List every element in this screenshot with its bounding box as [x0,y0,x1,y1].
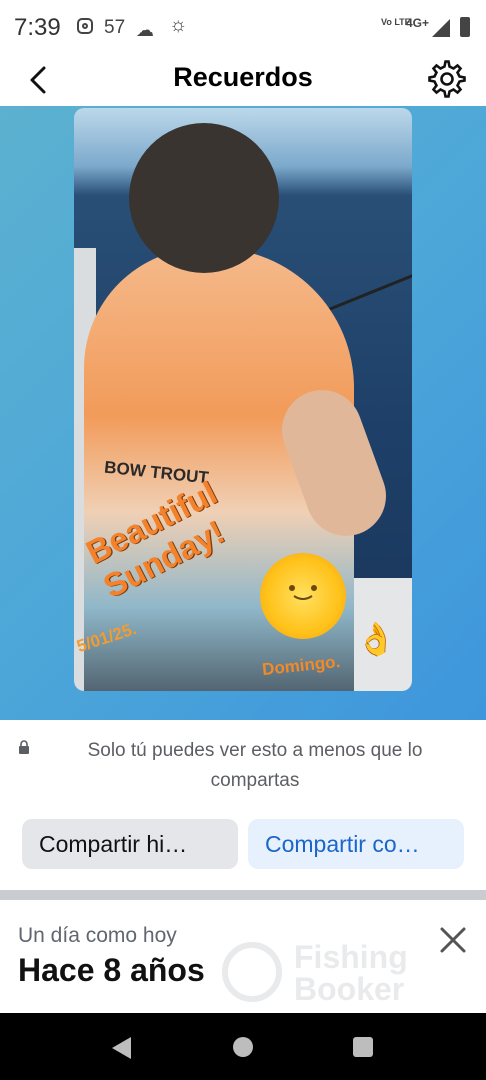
status-bar: 7:39 57 ☁ ☼ Vo LTE 4G+ [0,0,486,56]
nav-recents-icon[interactable] [353,1037,373,1057]
watermark-line1: Fishing [294,939,408,975]
page-title: Recuerdos [173,62,313,92]
years-ago-label: Hace 8 años [18,952,205,988]
app-header: Recuerdos [0,56,486,106]
lock-icon [19,740,29,754]
memory-footer-card: Un día como hoy Hace 8 años Fishing Book… [0,900,486,1013]
gear-icon[interactable] [428,60,466,98]
person-head [129,123,279,273]
day-label: Un día como hoy [18,924,177,947]
status-temperature: 57 [104,17,126,38]
battery-icon [460,17,470,37]
watermark-line2: Booker [294,971,405,1007]
nav-back-icon[interactable] [112,1037,131,1059]
share-with-button[interactable]: Compartir co… [248,819,464,869]
privacy-text: Solo tú puedes ver esto a menos que lo c… [87,740,423,791]
status-time: 7:39 [14,14,61,41]
signal-icon [432,19,450,37]
watermark-logo-icon [222,942,282,1002]
privacy-note: Solo tú puedes ver esto a menos que lo c… [0,720,486,802]
instagram-icon [77,18,93,34]
network-label: 4G+ [406,16,430,30]
memory-photo[interactable]: BOW TROUT Beautiful Sunday! 5/01/25. Dom… [74,108,412,691]
close-icon[interactable] [438,925,468,955]
section-divider [0,890,486,900]
weather-spark-icon: ☼ [169,14,188,36]
cloud-icon: ☁ [136,20,154,40]
share-story-button[interactable]: Compartir hi… [22,819,238,869]
sun-face-emoji [260,553,346,639]
nav-home-icon[interactable] [233,1037,253,1057]
fishingbooker-watermark: Fishing Booker [222,938,432,1010]
system-nav-bar [0,1013,486,1080]
ok-hand-emoji: 👌 [356,621,396,657]
